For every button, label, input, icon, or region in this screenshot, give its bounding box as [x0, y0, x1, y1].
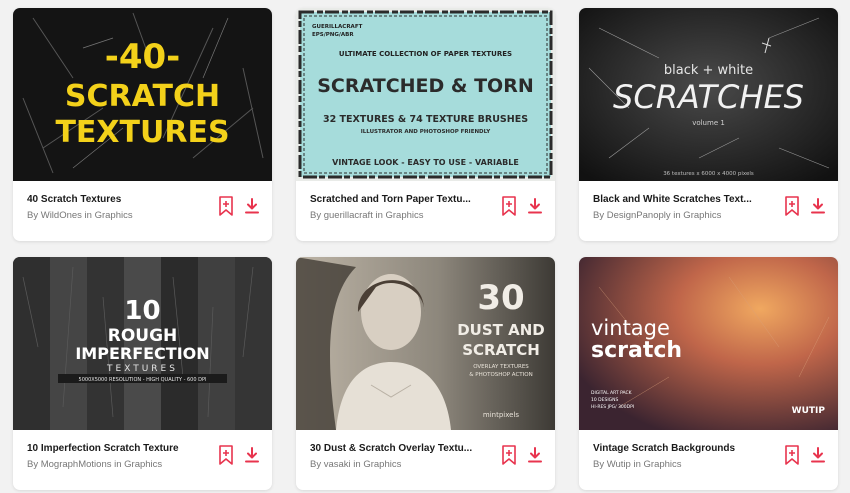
thumb-text-4: 36 textures x 6000 x 4000 pixels — [663, 171, 754, 177]
item-meta: 30 Dust & Scratch Overlay Textu... By va… — [296, 430, 555, 490]
item-title[interactable]: 10 Imperfection Scratch Texture — [27, 443, 212, 454]
bookmark-add-icon[interactable] — [785, 445, 799, 465]
item-thumbnail[interactable]: 30 DUST AND SCRATCH OVERLAY TEXTURES & P… — [296, 257, 555, 430]
item-card[interactable]: 10 ROUGH IMPERFECTION TEXTURES 5000X5000… — [13, 257, 272, 490]
thumb-text-6: WUTIP — [792, 406, 826, 416]
item-card[interactable]: black + white SCRATCHES volume 1 36 text… — [579, 8, 838, 241]
thumb-text-4: SCRATCHED & TORN — [317, 75, 534, 97]
bookmark-add-icon[interactable] — [502, 445, 516, 465]
thumb-text-2: SCRATCHES — [613, 78, 804, 116]
item-thumbnail[interactable]: 10 ROUGH IMPERFECTION TEXTURES 5000X5000… — [13, 257, 272, 430]
item-card[interactable]: -40- SCRATCH TEXTURES 40 Scratch Texture… — [13, 8, 272, 241]
item-title[interactable]: Scratched and Torn Paper Textu... — [310, 194, 495, 205]
download-icon[interactable] — [245, 198, 259, 214]
thumb-text-2: ROUGH — [108, 326, 178, 346]
item-title[interactable]: 30 Dust & Scratch Overlay Textu... — [310, 443, 495, 454]
thumb-text-3: DIGITAL ART PACK — [591, 390, 633, 396]
download-icon[interactable] — [528, 198, 542, 214]
thumb-text-7: VINTAGE LOOK - EASY TO USE - VARIABLE — [332, 158, 519, 167]
item-title[interactable]: Black and White Scratches Text... — [593, 194, 778, 205]
thumb-text-1: vintage — [591, 316, 670, 340]
download-icon[interactable] — [245, 447, 259, 463]
bookmark-add-icon[interactable] — [785, 196, 799, 216]
thumb-text-1: -40- — [105, 37, 181, 77]
item-title[interactable]: 40 Scratch Textures — [27, 194, 212, 205]
item-byline[interactable]: By vasaki in Graphics — [310, 459, 401, 470]
download-icon[interactable] — [811, 447, 825, 463]
bookmark-add-icon[interactable] — [219, 445, 233, 465]
thumb-text-5: 32 TEXTURES & 74 TEXTURE BRUSHES — [323, 114, 528, 125]
download-icon[interactable] — [528, 447, 542, 463]
thumb-text-3: ULTIMATE COLLECTION OF PAPER TEXTURES — [339, 50, 512, 58]
item-thumbnail[interactable]: vintage scratch DIGITAL ART PACK 10 DESI… — [579, 257, 838, 430]
thumb-text-2: scratch — [591, 338, 682, 363]
thumb-text-3: SCRATCH — [462, 341, 540, 359]
thumb-text-3: volume 1 — [692, 119, 725, 127]
item-byline[interactable]: By DesignPanoply in Graphics — [593, 210, 721, 221]
item-byline[interactable]: By Wutip in Graphics — [593, 459, 682, 470]
item-byline[interactable]: By guerillacraft in Graphics — [310, 210, 424, 221]
thumb-text-5: HI-RES JPG/ 300DPI — [591, 404, 634, 410]
item-byline[interactable]: By WildOnes in Graphics — [27, 210, 133, 221]
thumb-text-6: mintpixels — [483, 411, 520, 419]
thumb-text-4: OVERLAY TEXTURES — [473, 364, 529, 370]
thumb-text-1: 30 — [477, 278, 524, 318]
thumb-text-4: TEXTURES — [106, 364, 178, 374]
thumb-text-1: GUERILLACRAFT — [312, 24, 363, 30]
thumb-text-5: 5000X5000 RESOLUTION - HIGH QUALITY - 60… — [79, 377, 207, 383]
item-byline[interactable]: By MographMotions in Graphics — [27, 459, 162, 470]
item-thumbnail[interactable]: GUERILLACRAFT EPS/PNG/ABR ULTIMATE COLLE… — [296, 8, 555, 181]
item-meta: 40 Scratch Textures By WildOnes in Graph… — [13, 181, 272, 241]
thumb-text-4: 10 DESIGNS — [591, 397, 619, 403]
thumb-text-1: black + white — [664, 63, 753, 78]
bookmark-add-icon[interactable] — [219, 196, 233, 216]
bookmark-add-icon[interactable] — [502, 196, 516, 216]
thumb-text-3: IMPERFECTION — [75, 344, 209, 363]
download-icon[interactable] — [811, 198, 825, 214]
thumb-text-2: SCRATCH — [65, 79, 220, 114]
item-title[interactable]: Vintage Scratch Backgrounds — [593, 443, 778, 454]
thumb-text-2: DUST AND — [457, 321, 545, 339]
item-meta: Black and White Scratches Text... By Des… — [579, 181, 838, 241]
thumb-text-2: EPS/PNG/ABR — [312, 32, 354, 38]
thumb-text-3: TEXTURES — [55, 115, 229, 150]
item-thumbnail[interactable]: -40- SCRATCH TEXTURES — [13, 8, 272, 181]
item-meta: 10 Imperfection Scratch Texture By Mogra… — [13, 430, 272, 490]
item-thumbnail[interactable]: black + white SCRATCHES volume 1 36 text… — [579, 8, 838, 181]
thumb-text-5: & PHOTOSHOP ACTION — [469, 372, 532, 378]
item-card[interactable]: GUERILLACRAFT EPS/PNG/ABR ULTIMATE COLLE… — [296, 8, 555, 241]
item-card[interactable]: 30 DUST AND SCRATCH OVERLAY TEXTURES & P… — [296, 257, 555, 490]
thumb-text-1: 10 — [124, 296, 160, 326]
item-meta: Scratched and Torn Paper Textu... By gue… — [296, 181, 555, 241]
item-card[interactable]: vintage scratch DIGITAL ART PACK 10 DESI… — [579, 257, 838, 490]
thumb-text-6: ILLUSTRATOR AND PHOTOSHOP FRIENDLY — [361, 129, 492, 135]
item-grid: -40- SCRATCH TEXTURES 40 Scratch Texture… — [0, 0, 850, 493]
item-meta: Vintage Scratch Backgrounds By Wutip in … — [579, 430, 838, 490]
